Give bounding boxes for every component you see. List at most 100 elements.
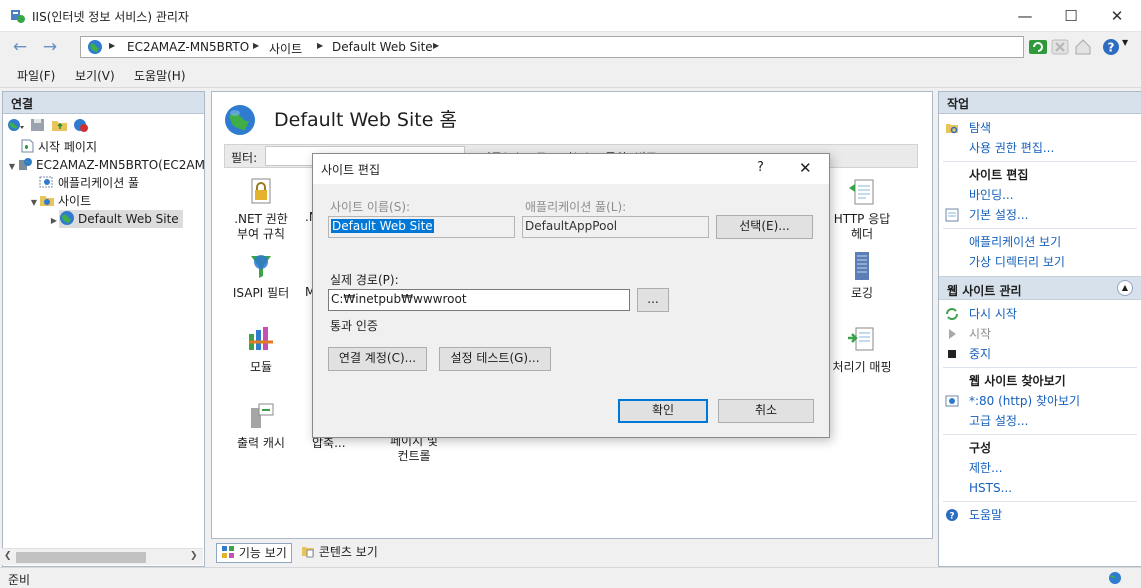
app-pool-icon bbox=[39, 176, 53, 188]
site-name-field[interactable]: Default Web Site bbox=[328, 216, 515, 238]
action-hsts[interactable]: HSTS... bbox=[939, 478, 1141, 498]
action-label: 탐색 bbox=[969, 121, 992, 135]
feature-label: ISAPI 필터 bbox=[232, 286, 290, 300]
forward-button[interactable]: → bbox=[38, 37, 62, 59]
action-explore[interactable]: 탐색 bbox=[939, 118, 1141, 138]
dialog-close-button[interactable]: ✕ bbox=[799, 159, 812, 177]
tree-label: EC2AMAZ-MN5BRTO(EC2AM bbox=[36, 158, 205, 172]
tree-item-server[interactable]: ▼ EC2AMAZ-MN5BRTO(EC2AM bbox=[7, 156, 205, 176]
menu-view[interactable]: 보기(V) bbox=[75, 67, 115, 84]
action-label: 고급 설정... bbox=[969, 414, 1029, 428]
action-advanced-settings[interactable]: 고급 설정... bbox=[939, 411, 1141, 431]
help-icon: ? bbox=[946, 509, 958, 522]
action-label: *:80 (http) 찾아보기 bbox=[969, 394, 1081, 408]
feature-modules[interactable]: 모듈 bbox=[228, 324, 294, 375]
tree-item-start-page[interactable]: 시작 페이지 bbox=[7, 138, 204, 156]
handler-mappings-icon bbox=[848, 327, 874, 351]
browse-icon bbox=[945, 395, 959, 407]
close-button[interactable]: ✕ bbox=[1094, 0, 1140, 32]
feature-clipped-label: 페이지 및 컨트롤 bbox=[390, 434, 438, 463]
modules-icon bbox=[249, 327, 273, 350]
close-icon: ✕ bbox=[799, 159, 812, 177]
tab-label: 콘텐츠 보기 bbox=[318, 545, 378, 559]
tree-item-app-pools[interactable]: 애플리케이션 풀 bbox=[7, 174, 204, 192]
section-manage-website[interactable]: 웹 사이트 관리 ▲ bbox=[939, 276, 1141, 300]
feature-isapi-filters[interactable]: ISAPI 필터 bbox=[228, 250, 294, 301]
action-browse-80[interactable]: *:80 (http) 찾아보기 bbox=[939, 391, 1141, 411]
action-stop[interactable]: 중지 bbox=[939, 344, 1141, 364]
start-icon bbox=[949, 329, 956, 339]
expand-chevron-icon[interactable]: ▼ bbox=[7, 158, 17, 176]
breadcrumb-server[interactable]: EC2AMAZ-MN5BRTO bbox=[127, 40, 249, 54]
feature-net-authorization[interactable]: .NET 권한 부여 규칙 bbox=[228, 176, 294, 242]
action-label: 제한... bbox=[969, 461, 1003, 475]
window-title: IIS(인터넷 정보 서비스) 관리자 bbox=[32, 10, 189, 24]
browse-path-button[interactable]: ... bbox=[637, 288, 669, 312]
action-restart[interactable]: 다시 시작 bbox=[939, 304, 1141, 324]
tree-item-default-web-site[interactable]: ▶ Default Web Site bbox=[7, 210, 204, 228]
scrollbar-thumb[interactable] bbox=[16, 552, 146, 563]
minimize-button[interactable]: — bbox=[1002, 0, 1048, 32]
action-view-virtual-dirs[interactable]: 가상 디렉터리 보기 bbox=[939, 252, 1141, 272]
menu-help[interactable]: 도움말(H) bbox=[134, 67, 186, 84]
physical-path-label: 실제 경로(P): bbox=[330, 273, 399, 287]
action-view-applications[interactable]: 애플리케이션 보기 bbox=[939, 232, 1141, 252]
action-basic-settings[interactable]: 기본 설정... bbox=[939, 205, 1141, 225]
divider bbox=[943, 367, 1137, 368]
select-app-pool-button[interactable]: 선택(E)... bbox=[716, 215, 813, 239]
action-help[interactable]: ? 도움말 bbox=[939, 505, 1141, 525]
page-title: Default Web Site 홈 bbox=[274, 109, 457, 131]
dialog-help-button[interactable]: ? bbox=[757, 160, 764, 175]
action-label: 중지 bbox=[969, 347, 992, 361]
connection-status-icon bbox=[1109, 572, 1121, 584]
stop-icon[interactable] bbox=[1050, 37, 1070, 57]
action-bindings[interactable]: 바인딩... bbox=[939, 185, 1141, 205]
ok-button[interactable]: 확인 bbox=[618, 399, 708, 423]
breadcrumb-sites[interactable]: 사이트 bbox=[269, 40, 302, 57]
connect-globe-icon[interactable] bbox=[7, 117, 25, 133]
breadcrumb-site[interactable]: Default Web Site bbox=[332, 40, 433, 54]
cancel-button[interactable]: 취소 bbox=[718, 399, 814, 423]
home-icon[interactable] bbox=[1073, 37, 1093, 57]
actions-header: 작업 bbox=[939, 92, 1141, 114]
feature-logging[interactable]: 로깅 bbox=[828, 250, 896, 301]
action-label: 시작 bbox=[969, 327, 992, 341]
tab-content-view[interactable]: 콘텐츠 보기 bbox=[297, 543, 382, 563]
back-button[interactable]: ← bbox=[8, 37, 32, 59]
maximize-button[interactable]: ☐ bbox=[1048, 0, 1094, 32]
globe-icon bbox=[88, 40, 102, 54]
filter-label: 필터: bbox=[231, 151, 258, 165]
chevron-down-icon[interactable]: ▼ bbox=[1122, 38, 1128, 47]
connect-as-button[interactable]: 연결 계정(C)... bbox=[328, 347, 427, 371]
menu-file[interactable]: 파일(F) bbox=[17, 67, 55, 84]
connections-toolbar bbox=[3, 114, 204, 138]
expand-chevron-icon[interactable]: ▼ bbox=[29, 194, 39, 212]
collapse-chevron-up-icon[interactable]: ▲ bbox=[1117, 280, 1133, 296]
help-icon[interactable]: ? bbox=[1101, 37, 1121, 57]
tree-label: 시작 페이지 bbox=[38, 140, 98, 154]
tree-item-sites[interactable]: ▼ 사이트 bbox=[7, 192, 204, 210]
address-box[interactable]: ▶ EC2AMAZ-MN5BRTO ▶ 사이트 ▶ Default Web Si… bbox=[80, 36, 1024, 58]
feature-output-caching[interactable]: 출력 캐시 bbox=[228, 400, 294, 451]
output-cache-icon bbox=[251, 403, 274, 428]
chevron-right-icon: ▶ bbox=[317, 41, 324, 50]
up-folder-icon[interactable] bbox=[51, 117, 69, 133]
feature-http-response-headers[interactable]: HTTP 응답 헤더 bbox=[828, 176, 896, 242]
horizontal-scrollbar[interactable]: ❮ ❯ bbox=[2, 548, 203, 565]
action-start[interactable]: 시작 bbox=[939, 324, 1141, 344]
tab-features-view[interactable]: 기능 보기 bbox=[216, 543, 292, 563]
action-edit-permissions[interactable]: 사용 권한 편집... bbox=[939, 138, 1141, 158]
disconnect-icon[interactable] bbox=[72, 117, 90, 133]
scroll-left-icon[interactable]: ❮ bbox=[4, 551, 12, 561]
scroll-right-icon[interactable]: ❯ bbox=[190, 551, 198, 561]
refresh-icon[interactable] bbox=[1028, 37, 1048, 57]
connections-panel: 연결 시작 페이지 ▼ EC2AMAZ-MN5BRTO(EC2AM 애플리케이션 … bbox=[2, 91, 205, 567]
start-page-icon bbox=[21, 139, 34, 153]
feature-label: 모듈 bbox=[249, 360, 273, 374]
test-settings-button[interactable]: 설정 테스트(G)... bbox=[439, 347, 551, 371]
chevron-right-icon[interactable]: ▶ bbox=[49, 212, 59, 230]
physical-path-input[interactable]: C:₩inetpub₩wwwroot bbox=[328, 289, 630, 311]
save-icon[interactable] bbox=[29, 117, 47, 133]
feature-handler-mappings[interactable]: 처리기 매핑 bbox=[824, 324, 900, 375]
action-limits[interactable]: 제한... bbox=[939, 458, 1141, 478]
